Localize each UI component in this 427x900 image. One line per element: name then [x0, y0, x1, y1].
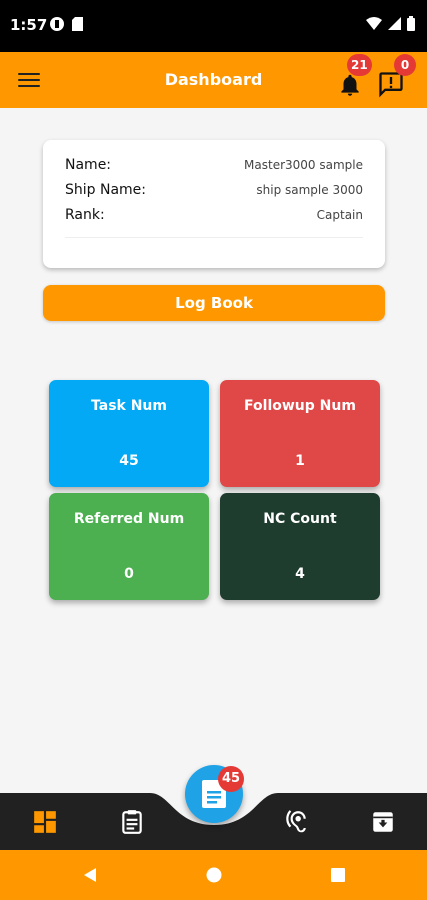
referred-num-tile[interactable]: Referred Num 0 — [49, 493, 209, 600]
clipboard-icon[interactable] — [119, 809, 145, 835]
archive-icon[interactable] — [370, 809, 396, 835]
battery-icon — [407, 16, 415, 31]
rank-value: Captain — [316, 207, 363, 222]
status-bar: 1:57 — [0, 0, 427, 52]
system-navigation-bar — [0, 850, 427, 900]
rank-label: Rank: — [65, 206, 105, 223]
rank-row: Rank: Captain — [65, 202, 363, 227]
task-num-tile[interactable]: Task Num 45 — [49, 380, 209, 487]
notification-count-badge: 21 — [347, 54, 372, 76]
recents-icon[interactable] — [330, 867, 346, 883]
name-label: Name: — [65, 156, 112, 173]
name-value: Master3000 sample — [244, 157, 363, 172]
followup-num-tile[interactable]: Followup Num 1 — [220, 380, 380, 487]
nc-count-label: NC Count — [263, 511, 337, 527]
referred-num-label: Referred Num — [73, 511, 185, 527]
log-book-button[interactable]: Log Book — [43, 285, 385, 321]
task-num-label: Task Num — [91, 398, 167, 414]
ship-name-row: Ship Name: ship sample 3000 — [65, 177, 363, 202]
nc-count-value: 4 — [295, 566, 305, 582]
ship-name-label: Ship Name: — [65, 181, 147, 198]
home-icon[interactable] — [206, 867, 222, 883]
ship-name-value: ship sample 3000 — [256, 182, 363, 197]
fab-count-badge: 45 — [218, 766, 244, 792]
notification-app-icon — [50, 17, 64, 31]
wifi-icon — [366, 17, 382, 30]
referred-num-value: 0 — [124, 566, 134, 582]
name-row: Name: Master3000 sample — [65, 152, 363, 177]
dashboard-icon[interactable] — [32, 809, 58, 835]
hearing-icon[interactable] — [283, 809, 309, 835]
divider — [65, 237, 363, 238]
followup-num-value: 1 — [295, 453, 305, 469]
nc-count-tile[interactable]: NC Count 4 — [220, 493, 380, 600]
profile-card: Name: Master3000 sample Ship Name: ship … — [43, 140, 385, 268]
followup-num-label: Followup Num — [244, 398, 356, 414]
signal-icon — [388, 17, 401, 30]
back-icon[interactable] — [82, 867, 98, 883]
task-num-value: 45 — [119, 453, 139, 469]
message-count-badge: 0 — [394, 54, 416, 76]
status-time: 1:57 — [10, 16, 48, 34]
sim-card-icon — [72, 17, 83, 31]
